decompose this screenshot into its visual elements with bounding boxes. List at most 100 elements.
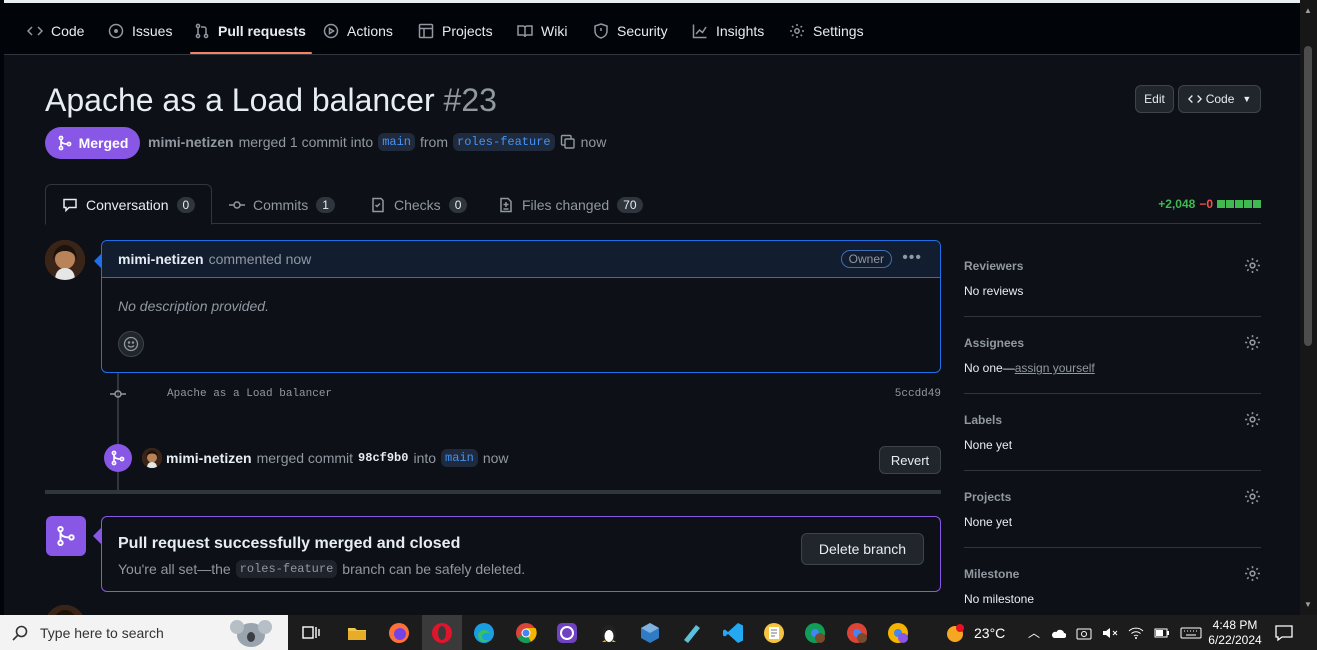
kebab-menu-icon[interactable]: ••• — [902, 249, 922, 267]
notepad-icon[interactable] — [763, 622, 785, 644]
avatar-image — [142, 448, 162, 468]
pr-author-link[interactable]: mimi-netizen — [148, 134, 234, 150]
speaker-muted-icon[interactable] — [1102, 626, 1118, 640]
nav-label-pull-requests: Pull requests — [218, 23, 306, 39]
nav-label-actions: Actions — [347, 23, 393, 39]
sidebar-title-projects[interactable]: Projects — [964, 490, 1011, 504]
base-branch[interactable]: main — [378, 133, 415, 151]
gear-icon[interactable] — [1244, 411, 1261, 428]
weather-widget[interactable]: 23°C — [944, 615, 1005, 650]
virtualbox-icon[interactable] — [639, 622, 661, 644]
gear-icon[interactable] — [1244, 565, 1261, 582]
nav-item-wiki[interactable]: Wiki — [517, 17, 567, 45]
notes-app-icon[interactable] — [681, 622, 703, 644]
edge-icon[interactable] — [473, 622, 495, 644]
tab-label-files-changed: Files changed — [522, 196, 610, 213]
add-reaction-button[interactable] — [118, 331, 144, 357]
delete-branch-button[interactable]: Delete branch — [801, 533, 924, 565]
merge-event-author[interactable]: mimi-netizen — [166, 450, 252, 466]
nav-item-projects[interactable]: Projects — [418, 17, 493, 45]
code-dropdown-button[interactable]: Code ▼ — [1178, 85, 1261, 113]
notifications-icon[interactable] — [1274, 623, 1294, 643]
pr-title: Apache as a Load balancer #23 — [45, 82, 497, 119]
battery-icon[interactable] — [1154, 626, 1170, 640]
task-view-icon[interactable] — [300, 622, 322, 644]
tray-chevron-up-icon[interactable]: ︿ — [1028, 624, 1040, 641]
merge-event-into: into — [413, 450, 437, 466]
merged-box-sub-before: You're all set—the — [118, 561, 231, 577]
head-branch[interactable]: roles-feature — [453, 133, 555, 151]
onedrive-icon[interactable] — [1050, 627, 1067, 639]
edit-button[interactable]: Edit — [1135, 85, 1174, 113]
nav-item-actions[interactable]: Actions — [323, 17, 393, 45]
comment-author[interactable]: mimi-netizen — [118, 251, 204, 267]
weather-temp: 23°C — [974, 624, 1006, 641]
vscode-icon[interactable] — [722, 622, 744, 644]
pr-description-comment: mimi-netizen commented now Owner ••• No … — [101, 240, 941, 373]
nav-item-code[interactable]: Code — [27, 17, 84, 45]
merge-event-badge — [104, 444, 132, 472]
merge-event-branch[interactable]: main — [441, 449, 478, 467]
commit-icon — [110, 390, 126, 398]
linux-penguin-icon[interactable] — [598, 622, 620, 644]
nav-label-security: Security — [617, 23, 668, 39]
delete-branch-label: Delete branch — [818, 541, 907, 557]
chrome-profile-icon[interactable] — [887, 622, 909, 644]
nav-item-pull-requests[interactable]: Pull requests — [194, 17, 306, 45]
diffstat-deletions: −0 — [1199, 197, 1213, 211]
nav-item-issues[interactable]: Issues — [108, 17, 172, 45]
scroll-up-arrow-icon[interactable]: ▲ — [1304, 6, 1312, 15]
chrome-profile-icon[interactable] — [804, 622, 826, 644]
file-explorer-icon[interactable] — [346, 622, 368, 644]
table-icon — [418, 23, 434, 39]
sidebar-title-reviewers[interactable]: Reviewers — [964, 259, 1023, 273]
sidebar-value-assignees: No one—assign yourself — [964, 361, 1095, 375]
tab-counter-checks: 0 — [448, 196, 468, 213]
tab-files-changed[interactable]: Files changed 70 — [482, 184, 659, 225]
commit-message[interactable]: Apache as a Load balancer — [167, 388, 332, 400]
sidebar-title-milestone[interactable]: Milestone — [964, 567, 1019, 581]
file-diff-icon — [500, 197, 512, 212]
nav-item-insights[interactable]: Insights — [692, 17, 764, 45]
owner-badge: Owner — [840, 250, 892, 268]
shield-icon — [594, 23, 608, 39]
nav-item-security[interactable]: Security — [593, 17, 668, 45]
diffstat-additions: +2,048 — [1158, 197, 1196, 211]
gear-icon[interactable] — [1244, 334, 1261, 351]
copy-icon[interactable] — [560, 134, 576, 150]
camera-icon[interactable] — [1076, 626, 1092, 640]
taskbar-clock[interactable]: 4:48 PM 6/22/2024 — [1200, 618, 1270, 648]
tab-conversation[interactable]: Conversation 0 — [45, 184, 213, 225]
nav-label-projects: Projects — [442, 23, 493, 39]
scroll-down-arrow-icon[interactable]: ▼ — [1304, 600, 1312, 609]
keyboard-icon[interactable] — [1180, 626, 1202, 640]
taskbar-search[interactable]: Type here to search — [0, 615, 288, 650]
wifi-icon[interactable] — [1128, 626, 1144, 640]
sidebar-title-labels[interactable]: Labels — [964, 413, 1002, 427]
merge-event-text: mimi-netizen merged commit 98cf9b0 into … — [166, 449, 509, 467]
avatar[interactable] — [45, 240, 85, 280]
sidebar-title-assignees[interactable]: Assignees — [964, 336, 1024, 350]
tab-label-checks: Checks — [394, 196, 441, 213]
gear-icon[interactable] — [1244, 257, 1261, 274]
merge-commit-sha[interactable]: 98cf9b0 — [358, 451, 408, 465]
sidebar-value-milestone: No milestone — [964, 592, 1035, 606]
github-desktop-icon[interactable] — [556, 622, 578, 644]
assignees-none-text: No one— — [964, 361, 1015, 375]
gear-icon[interactable] — [1244, 488, 1261, 505]
scrollbar-thumb[interactable] — [1304, 46, 1312, 346]
revert-button[interactable]: Revert — [879, 446, 941, 474]
assign-yourself-link[interactable]: assign yourself — [1015, 361, 1095, 375]
opera-icon[interactable] — [431, 622, 453, 644]
nav-item-settings[interactable]: Settings — [789, 17, 864, 45]
tab-checks[interactable]: Checks 0 — [354, 184, 483, 225]
tab-commits[interactable]: Commits 1 — [213, 184, 351, 225]
avatar[interactable] — [142, 448, 162, 468]
merged-status-box: Pull request successfully merged and clo… — [101, 516, 941, 592]
sidebar-reviewers: Reviewers No reviews — [964, 240, 1261, 317]
chrome-profile-icon[interactable] — [846, 622, 868, 644]
page-scrollbar[interactable]: ▲ ▼ — [1300, 0, 1317, 615]
chrome-icon[interactable] — [515, 622, 537, 644]
firefox-icon[interactable] — [388, 622, 410, 644]
commit-sha[interactable]: 5ccdd49 — [895, 388, 941, 400]
